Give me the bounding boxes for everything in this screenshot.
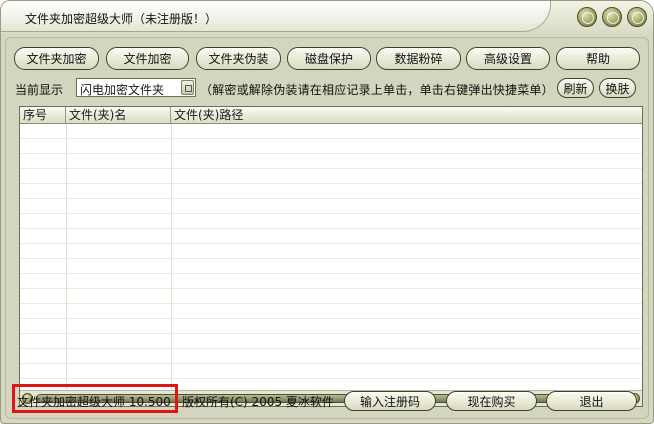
minimize-icon[interactable] [577,7,597,27]
list-body[interactable] [20,124,642,390]
title-bar[interactable]: 文件夹加密超级大师（未注册版！） [1,1,653,34]
app-window: 文件夹加密超级大师（未注册版！） 文件夹加密 文件加密 文件夹伪装 磁盘保护 数… [0,0,654,424]
main-panel: 文件夹加密 文件加密 文件夹伪装 磁盘保护 数据粉碎 高级设置 帮助 当前显示 … [5,37,649,419]
maximize-icon[interactable] [602,7,622,27]
exit-button[interactable]: 退出 [546,391,637,411]
window-controls [577,7,647,27]
window-title: 文件夹加密超级大师（未注册版！） [25,12,218,26]
change-skin-button[interactable]: 换肤 [599,78,636,98]
current-display-label: 当前显示 [15,83,64,97]
refresh-button[interactable]: 刷新 [557,78,594,98]
column-divider [66,124,67,390]
title-tab: 文件夹加密超级大师（未注册版！） [1,1,551,32]
enter-serial-button[interactable]: 输入注册码 [344,391,436,411]
column-index[interactable]: 序号 [20,107,66,123]
disk-protect-button[interactable]: 磁盘保护 [287,47,371,70]
list-header: 序号 文件(夹)名 文件(夹)路径 [20,107,642,124]
data-shred-button[interactable]: 数据粉碎 [376,47,461,70]
operation-hint: （解密或解除伪装请在相应记录上单击，单击右键弹出快捷菜单） [200,83,554,97]
copyright-label: 版权所有(C) 2005 夏冰软件 [182,395,334,409]
close-icon[interactable] [627,7,647,27]
column-path[interactable]: 文件(夹)路径 [171,107,642,123]
display-select-value: 闪电加密文件夹 [80,83,165,97]
encrypt-folder-button[interactable]: 文件夹加密 [14,47,99,70]
advanced-settings-button[interactable]: 高级设置 [466,47,550,70]
dropdown-icon[interactable] [181,80,194,95]
help-button[interactable]: 帮助 [556,47,640,70]
buy-now-button[interactable]: 现在购买 [446,391,537,411]
version-label: 文件夹加密超级大师 10.500 [17,395,171,409]
column-name[interactable]: 文件(夹)名 [66,107,171,123]
encrypt-file-button[interactable]: 文件加密 [106,47,189,70]
disguise-folder-button[interactable]: 文件夹伪装 [196,47,281,70]
records-list[interactable]: 序号 文件(夹)名 文件(夹)路径 [19,106,643,407]
display-select[interactable]: 闪电加密文件夹 [76,78,196,97]
column-divider [171,124,172,390]
